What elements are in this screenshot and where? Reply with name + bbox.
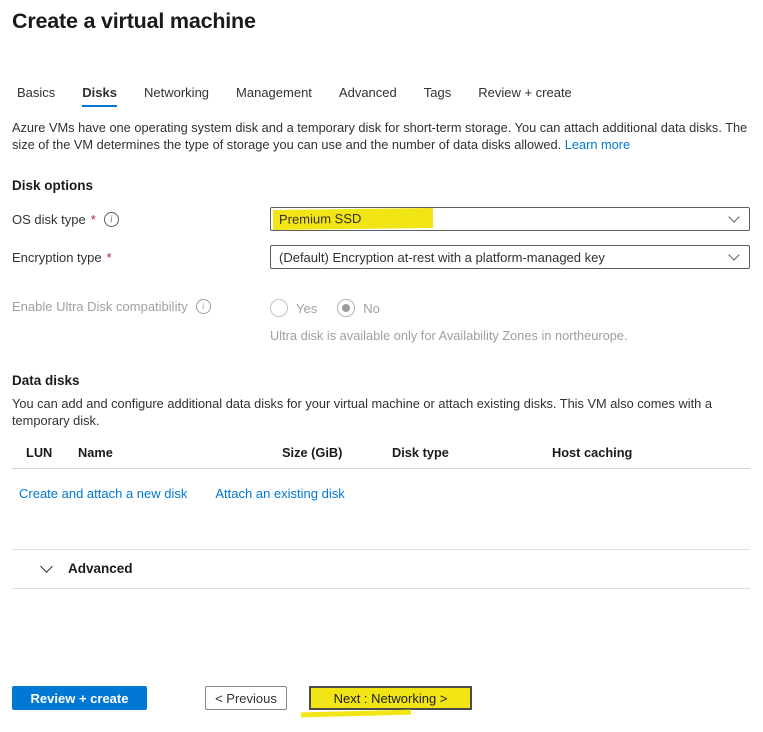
wizard-tabs: Basics Disks Networking Management Advan…	[12, 85, 750, 107]
disk-options-heading: Disk options	[12, 178, 750, 193]
tab-basics[interactable]: Basics	[17, 85, 55, 107]
ultra-disk-yes-label: Yes	[296, 301, 317, 316]
ultra-disk-row: Enable Ultra Disk compatibility i Yes No…	[12, 299, 750, 343]
attach-existing-disk-link[interactable]: Attach an existing disk	[215, 486, 344, 501]
encryption-type-label-text: Encryption type	[12, 250, 102, 265]
tab-tags[interactable]: Tags	[424, 85, 451, 107]
required-asterisk: *	[107, 250, 112, 265]
radio-unselected-icon	[270, 299, 288, 317]
radio-selected-icon	[337, 299, 355, 317]
intro-text-body: Azure VMs have one operating system disk…	[12, 120, 747, 152]
ultra-disk-control: Yes No Ultra disk is available only for …	[270, 299, 628, 343]
os-disk-type-label-text: OS disk type	[12, 212, 86, 227]
os-disk-type-select[interactable]: Premium SSD	[270, 207, 750, 231]
ultra-disk-no-label: No	[363, 301, 380, 316]
intro-text: Azure VMs have one operating system disk…	[12, 120, 750, 153]
divider	[12, 588, 750, 589]
ultra-disk-label-text: Enable Ultra Disk compatibility	[12, 299, 188, 314]
tab-advanced[interactable]: Advanced	[339, 85, 397, 107]
column-header-size: Size (GiB)	[282, 445, 392, 460]
column-header-host-caching: Host caching	[552, 445, 750, 460]
ultra-disk-radio-group: Yes No	[270, 299, 628, 317]
column-header-name: Name	[78, 445, 282, 460]
os-disk-type-row: OS disk type * i Premium SSD	[12, 207, 750, 231]
tab-networking[interactable]: Networking	[144, 85, 209, 107]
chevron-down-icon	[728, 211, 739, 222]
column-header-lun: LUN	[12, 445, 78, 460]
tab-review-create[interactable]: Review + create	[478, 85, 572, 107]
data-disks-table-header: LUN Name Size (GiB) Disk type Host cachi…	[12, 445, 750, 460]
encryption-type-label: Encryption type *	[12, 250, 270, 265]
encryption-type-value: (Default) Encryption at-rest with a plat…	[279, 250, 605, 265]
wizard-footer: Review + create < Previous Next : Networ…	[12, 686, 472, 710]
ultra-disk-label: Enable Ultra Disk compatibility i	[12, 299, 270, 314]
data-disks-description: You can add and configure additional dat…	[12, 396, 742, 429]
next-networking-button[interactable]: Next : Networking >	[309, 686, 472, 710]
os-disk-type-label: OS disk type * i	[12, 212, 270, 227]
ultra-disk-helper-text: Ultra disk is available only for Availab…	[270, 328, 628, 343]
create-new-disk-link[interactable]: Create and attach a new disk	[19, 486, 187, 501]
advanced-expander-label: Advanced	[68, 561, 133, 576]
tab-management[interactable]: Management	[236, 85, 312, 107]
advanced-expander[interactable]: Advanced	[12, 550, 750, 588]
required-asterisk: *	[91, 212, 96, 227]
tab-disks[interactable]: Disks	[82, 85, 117, 107]
encryption-type-select[interactable]: (Default) Encryption at-rest with a plat…	[270, 245, 750, 269]
table-header-rule	[12, 468, 750, 469]
review-create-button[interactable]: Review + create	[12, 686, 147, 710]
chevron-down-icon	[40, 560, 53, 573]
previous-button[interactable]: < Previous	[205, 686, 287, 710]
ultra-disk-no-radio: No	[337, 299, 380, 317]
column-header-disk-type: Disk type	[392, 445, 552, 460]
encryption-type-row: Encryption type * (Default) Encryption a…	[12, 245, 750, 269]
data-disks-heading: Data disks	[12, 373, 750, 388]
info-icon[interactable]: i	[104, 212, 119, 227]
chevron-down-icon	[728, 249, 739, 260]
data-disks-links: Create and attach a new disk Attach an e…	[12, 486, 750, 501]
page-title: Create a virtual machine	[12, 9, 750, 34]
os-disk-type-value: Premium SSD	[273, 208, 434, 230]
ultra-disk-yes-radio: Yes	[270, 299, 317, 317]
learn-more-link[interactable]: Learn more	[565, 137, 630, 152]
info-icon[interactable]: i	[196, 299, 211, 314]
